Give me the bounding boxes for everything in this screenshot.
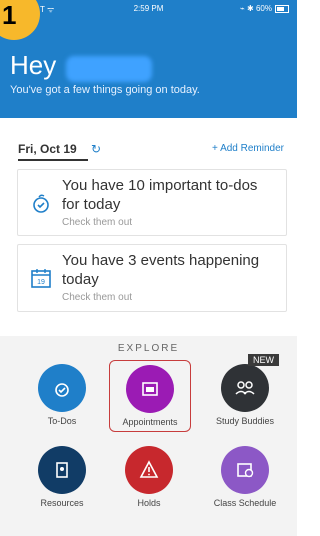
current-date: Fri, Oct 19 (18, 142, 77, 156)
todos-circle (38, 364, 86, 412)
battery-text: ⌁ ✱ 60% (240, 4, 272, 13)
status-bar: T ᯤ 2:59 PM ⌁ ✱ 60% (0, 0, 297, 18)
refresh-icon[interactable]: ↻ (91, 142, 101, 156)
resources-circle (38, 446, 86, 494)
schedule-icon (237, 463, 254, 478)
events-card-subtitle: Check them out (62, 292, 133, 303)
todos-card-subtitle: Check them out (62, 217, 133, 228)
events-card-title: You have 3 events happening today (62, 252, 260, 288)
todo-icon (55, 383, 69, 397)
todos-card-title: You have 10 important to-dos for today (62, 177, 258, 213)
tile-holds[interactable]: Holds (109, 446, 189, 508)
warning-icon (139, 460, 159, 478)
study-buddies-circle (221, 364, 269, 412)
explore-section: EXPLORE To-Dos Appointments NEW Study Bu… (0, 336, 297, 536)
calendar-icon: 19 (31, 269, 51, 288)
date-underline (18, 159, 88, 161)
tile-label: Class Schedule (213, 498, 277, 508)
header: T ᯤ 2:59 PM ⌁ ✱ 60% Hey You've got a few… (0, 0, 297, 118)
people-icon (235, 381, 255, 395)
tile-label: Study Buddies (215, 416, 275, 426)
date-row: Fri, Oct 19 ↻ + Add Reminder (18, 142, 288, 161)
battery-status: ⌁ ✱ 60% (240, 4, 289, 13)
resources-icon (56, 462, 68, 478)
tile-appointments[interactable]: Appointments (109, 360, 191, 432)
tile-label: Appointments (122, 417, 178, 427)
tile-study-buddies[interactable]: NEW Study Buddies (205, 354, 285, 426)
tile-resources[interactable]: Resources (22, 446, 102, 508)
tile-label: To-Dos (47, 416, 77, 426)
appointment-icon (142, 382, 158, 396)
add-reminder-link[interactable]: + Add Reminder (212, 143, 284, 154)
battery-icon (275, 4, 289, 13)
explore-label: EXPLORE (117, 343, 180, 354)
todos-card[interactable]: You have 10 important to-dos for today C… (17, 169, 287, 236)
tile-label: Resources (40, 498, 84, 508)
class-schedule-circle (221, 446, 269, 494)
greeting: Hey (10, 50, 57, 80)
tile-todos[interactable]: To-Dos (22, 364, 102, 426)
svg-text:19: 19 (37, 279, 45, 286)
appointments-circle (126, 365, 174, 413)
greeting-subtitle: You've got a few things going on today. (10, 84, 200, 96)
step-number: 1 (2, 0, 17, 30)
tile-label: Holds (137, 498, 161, 508)
holds-circle (125, 446, 173, 494)
redacted-name (66, 56, 152, 82)
new-badge: NEW (248, 354, 279, 366)
todo-icon (33, 194, 49, 213)
tile-class-schedule[interactable]: Class Schedule (205, 446, 285, 508)
events-card[interactable]: 19 You have 3 events happening today Che… (17, 244, 287, 312)
